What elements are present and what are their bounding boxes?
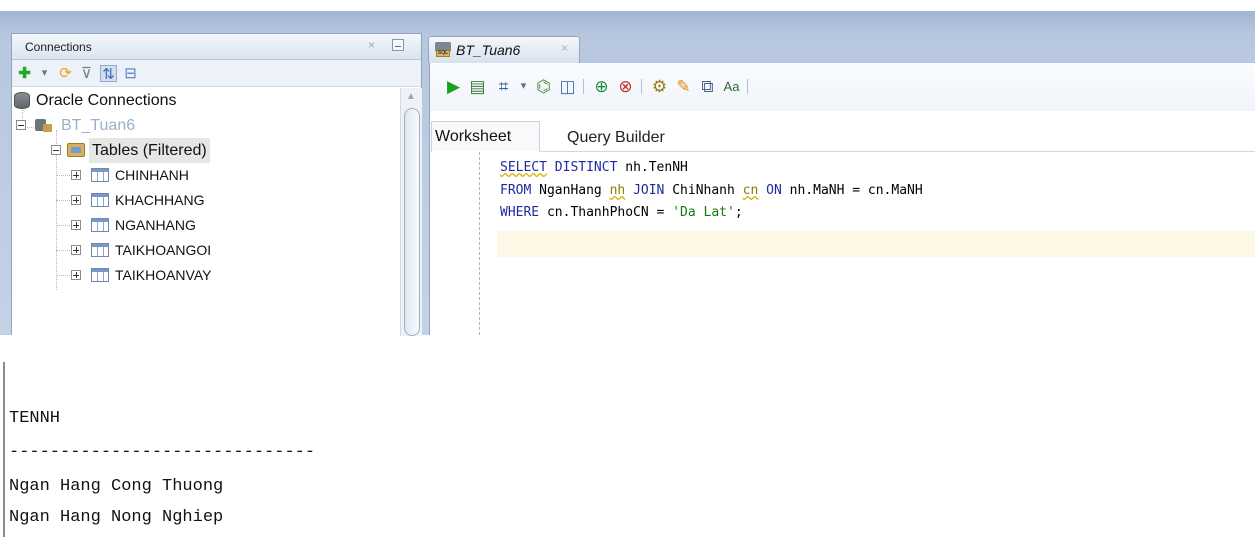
connection-icon [35, 117, 53, 133]
connections-header: Connections × [12, 34, 421, 60]
collapse-icon[interactable]: ⊟ [122, 65, 139, 82]
editor-toolbar: ▶ ▤ ⌗ ▾ ⌬ ◫ ⊕ ⊗ ⚙ ✎ ⧉ Aa [430, 63, 1255, 111]
editor-gutter [479, 152, 480, 335]
results-left-border [3, 362, 5, 537]
tab-worksheet[interactable]: Worksheet [431, 121, 540, 152]
sql-line-3: WHERE cn.ThanhPhoCN = 'Da Lat'; [500, 205, 743, 220]
connections-tree: Oracle Connections BT_Tuan6 Tables (Filt… [12, 88, 400, 336]
expand-expander-icon[interactable] [71, 220, 81, 230]
sql-code-editor[interactable]: SELECT DISTINCT nh.TenNH FROM NganHang n… [430, 152, 1255, 335]
table-label: KHACHHANG [115, 192, 205, 208]
collapse-expander-icon[interactable] [16, 120, 26, 130]
tables-label: Tables (Filtered) [89, 138, 210, 163]
connections-toolbar: ✚ ▾ ⟳ ⊽ ⇅ ⊟ [12, 60, 421, 87]
expand-expander-icon[interactable] [71, 170, 81, 180]
expand-expander-icon[interactable] [71, 270, 81, 280]
table-label: CHINHANH [115, 167, 189, 183]
sql-keyword: JOIN [633, 183, 665, 198]
worksheet-editor: ▶ ▤ ⌗ ▾ ⌬ ◫ ⊕ ⊗ ⚙ ✎ ⧉ Aa Worksheet Query… [429, 63, 1255, 335]
worksheet-tabs: Worksheet Query Builder [430, 121, 1255, 152]
vertical-scrollbar[interactable]: ▲ [400, 88, 422, 336]
sql-tuning-icon[interactable]: ⊗ [616, 77, 635, 96]
schema-browser-icon[interactable]: ⇅ [100, 65, 117, 83]
database-icon [14, 92, 30, 109]
folder-icon [67, 143, 85, 157]
format-icon[interactable]: Aa [722, 77, 741, 96]
sql-keyword: FROM [500, 183, 532, 198]
add-connection-icon[interactable]: ✚ [16, 65, 33, 82]
expand-expander-icon[interactable] [71, 195, 81, 205]
top-white-strip [0, 0, 1255, 11]
sql-string: 'Da Lat' [672, 205, 735, 220]
autotrace-icon[interactable]: ◫ [558, 77, 577, 96]
minimize-icon[interactable] [392, 39, 404, 51]
dropdown-icon[interactable]: ▾ [36, 65, 53, 82]
results-header: TENNH [9, 409, 61, 428]
tab-query-builder[interactable]: Query Builder [567, 129, 665, 147]
history-icon[interactable]: ⧉ [698, 77, 717, 96]
commit-icon[interactable]: ⌗ [494, 77, 513, 96]
scroll-up-icon[interactable]: ▲ [406, 91, 416, 102]
sql-alias: cn [742, 183, 759, 198]
sql-keyword: SELECT [500, 160, 547, 175]
scrollbar-thumb[interactable] [404, 108, 420, 336]
sql-line-2: FROM NganHang nh JOIN ChiNhanh cn ON nh.… [500, 183, 923, 198]
dropdown-icon[interactable]: ▾ [514, 77, 533, 96]
table-label: TAIKHOANGOI [115, 242, 212, 258]
expand-expander-icon[interactable] [71, 245, 81, 255]
sql-developer-window: Connections × ✚ ▾ ⟳ ⊽ ⇅ ⊟ Oracle Connect… [0, 0, 1255, 336]
sql-history-icon[interactable]: ⚙ [650, 77, 669, 96]
table-icon [91, 218, 109, 232]
close-tab-icon[interactable]: × [561, 41, 568, 55]
sql-worksheet-icon: SQL [435, 42, 451, 58]
sql-keyword: DISTINCT [554, 160, 618, 175]
connection-label: BT_Tuan6 [61, 117, 136, 134]
table-label: TAIKHOANVAY [115, 267, 212, 283]
connections-title: Connections [25, 40, 92, 54]
result-row: Ngan Hang Cong Thuong [9, 477, 224, 496]
sql-line-1: SELECT DISTINCT nh.TenNH [500, 160, 688, 175]
table-icon [91, 243, 109, 257]
explain-plan-icon[interactable]: ⊕ [592, 77, 611, 96]
query-results-output: TENNH ------------------------------ Nga… [0, 362, 1255, 542]
table-icon [91, 193, 109, 207]
refresh-icon[interactable]: ⟳ [57, 65, 74, 82]
sql-keyword: WHERE [500, 205, 540, 220]
close-icon[interactable]: × [368, 38, 375, 52]
oracle-connections-label: Oracle Connections [36, 92, 177, 109]
result-row: Ngan Hang Nong Nghiep [9, 508, 224, 527]
sql-keyword: ON [766, 183, 782, 198]
editor-tab-title: BT_Tuan6 [456, 42, 521, 58]
rollback-icon[interactable]: ⌬ [534, 77, 553, 96]
run-statement-icon[interactable]: ▶ [444, 77, 463, 96]
table-icon [91, 268, 109, 282]
sql-alias: nh [609, 183, 626, 198]
collapse-expander-icon[interactable] [51, 145, 61, 155]
editor-tab-bt-tuan6[interactable]: SQL BT_Tuan6 × [428, 36, 580, 63]
eraser-icon[interactable]: ✎ [674, 77, 693, 96]
current-line-highlight [497, 231, 1255, 257]
run-script-icon[interactable]: ▤ [468, 77, 487, 96]
filter-icon[interactable]: ⊽ [78, 65, 95, 82]
connections-panel: Connections × ✚ ▾ ⟳ ⊽ ⇅ ⊟ Oracle Connect… [11, 33, 422, 336]
table-icon [91, 168, 109, 182]
table-label: NGANHANG [115, 217, 196, 233]
results-separator: ------------------------------ [9, 443, 316, 462]
